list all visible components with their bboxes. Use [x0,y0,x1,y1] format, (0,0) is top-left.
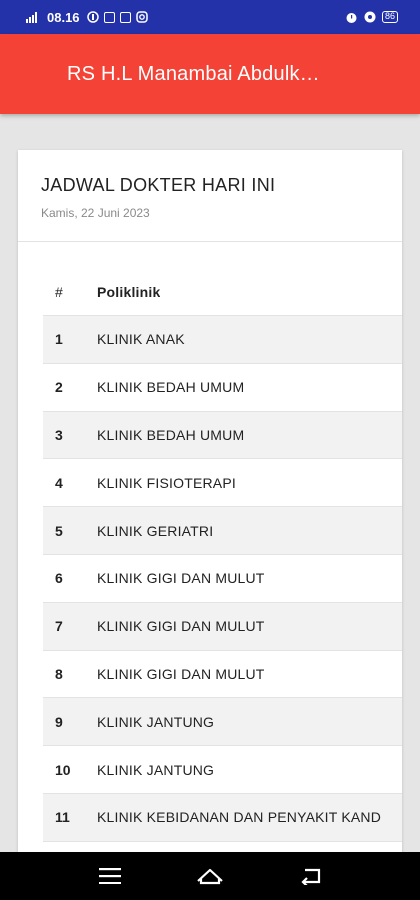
status-bar-right: 86 [345,11,398,24]
table-row[interactable]: 4 KLINIK FISIOTERAPI [43,459,402,508]
table-row[interactable]: 6 KLINIK GIGI DAN MULUT [43,555,402,603]
row-number: 8 [55,665,63,682]
status-bar-left: 08.16 [26,10,148,25]
instagram-icon [135,11,148,23]
clinic-table: # Poliklinik 1 KLINIK ANAK 2 KLINIK BEDA… [43,268,402,842]
card-title: JADWAL DOKTER HARI INI [41,175,276,195]
back-icon[interactable] [290,861,330,891]
home-icon[interactable] [190,861,230,891]
table-row[interactable]: 8 KLINIK GIGI DAN MULUT [43,651,402,699]
signal-icon [26,11,40,23]
card-header: JADWAL DOKTER HARI INI Kamis, 22 Juni 20… [18,150,402,242]
row-clinic: KLINIK GIGI DAN MULUT [97,570,265,587]
row-clinic: KLINIK GERIATRI [97,522,214,539]
card-date: Kamis, 22 Juni 2023 [41,206,150,220]
row-clinic: KLINIK KEBIDANAN DAN PENYAKIT KAND [97,809,382,826]
status-time: 08.16 [47,9,80,25]
row-number: 1 [55,331,63,348]
row-number: 4 [55,474,63,491]
row-clinic: KLINIK JANTUNG [97,761,215,778]
row-number: 9 [55,713,63,730]
row-number: 7 [55,618,63,635]
table-row[interactable]: 3 KLINIK BEDAH UMUM [43,411,402,460]
row-clinic: KLINIK FISIOTERAPI [97,474,236,491]
table-row[interactable]: 9 KLINIK JANTUNG [43,698,402,747]
row-clinic: KLINIK BEDAH UMUM [97,426,245,443]
row-number: 2 [55,379,63,396]
row-clinic: KLINIK BEDAH UMUM [97,379,245,396]
table-row[interactable]: 7 KLINIK GIGI DAN MULUT [43,602,402,651]
wifi-icon [363,11,377,23]
row-clinic: KLINIK JANTUNG [97,713,215,730]
row-number: 3 [55,426,63,443]
schedule-card: JADWAL DOKTER HARI INI Kamis, 22 Juni 20… [18,150,402,870]
table-row[interactable]: 5 KLINIK GERIATRI [43,507,402,555]
app-title: RS H.L Manambai Abdulk… [67,62,320,85]
status-bar: 08.16 86 [0,0,420,34]
app-bar: RS H.L Manambai Abdulk… [0,34,420,114]
header-number: # [55,283,63,300]
row-number: 11 [55,809,70,826]
navigation-bar [0,852,420,900]
header-poliklinik: Poliklinik [97,283,161,300]
row-number: 6 [55,570,63,587]
row-number: 10 [55,761,71,778]
menu-icon[interactable] [90,861,130,891]
row-clinic: KLINIK ANAK [97,331,185,348]
battery-icon: 86 [381,11,398,23]
row-number: 5 [55,522,63,539]
row-clinic: KLINIK GIGI DAN MULUT [97,665,265,682]
table-row[interactable]: 10 KLINIK JANTUNG [43,746,402,794]
row-clinic: KLINIK GIGI DAN MULUT [97,618,265,635]
alarm-icon [345,11,358,24]
table-row[interactable]: 1 KLINIK ANAK [43,316,402,364]
table-header: # Poliklinik [43,268,402,316]
table-row[interactable]: 11 KLINIK KEBIDANAN DAN PENYAKIT KAND [43,793,402,842]
app-notification-icon [103,11,115,23]
media-notification-icon [119,11,131,23]
notification-icon [86,11,99,23]
table-row[interactable]: 2 KLINIK BEDAH UMUM [43,364,402,412]
